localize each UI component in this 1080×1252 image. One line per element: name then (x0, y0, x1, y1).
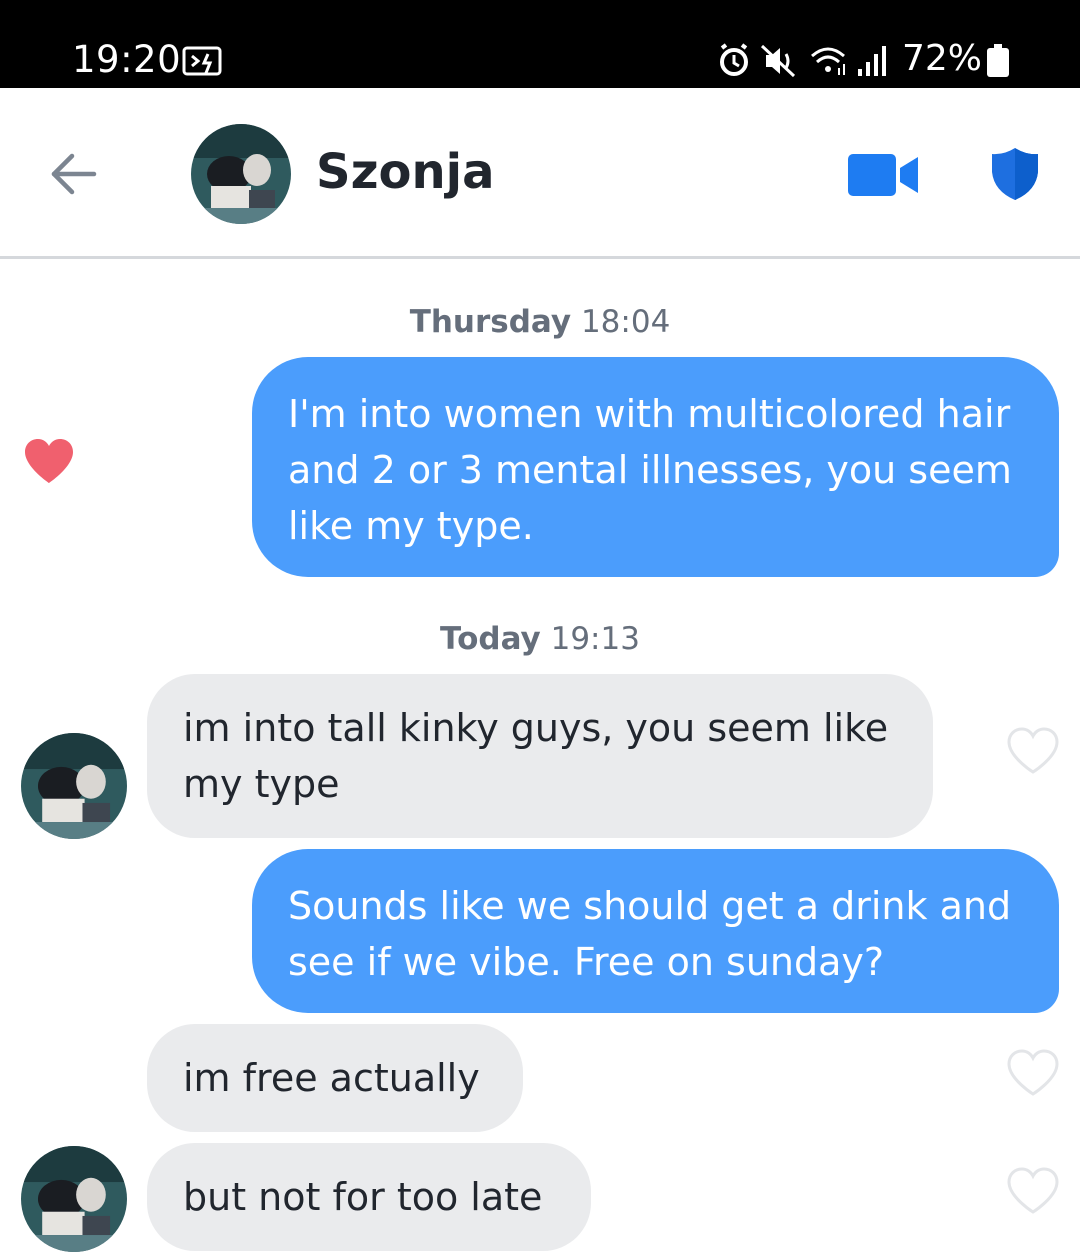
status-bar: 19:20 72% (0, 0, 1080, 88)
liked-heart-icon[interactable] (22, 437, 76, 485)
contact-avatar[interactable] (21, 1146, 127, 1252)
timestamp-divider: Today 19:13 (0, 621, 1080, 657)
timestamp-time: 18:04 (580, 304, 671, 340)
contact-avatar[interactable] (191, 124, 291, 224)
heart-outline-icon[interactable] (1006, 1167, 1060, 1215)
shield-icon[interactable] (990, 146, 1040, 202)
heart-outline-icon[interactable] (1006, 1049, 1060, 1097)
timestamp-divider: Thursday 18:04 (0, 304, 1080, 340)
video-camera-icon[interactable] (848, 154, 920, 196)
outgoing-message[interactable]: Sounds like we should get a drink and se… (252, 849, 1059, 1013)
timestamp-time: 19:13 (550, 621, 640, 657)
alarm-icon (720, 43, 748, 76)
timestamp-day: Thursday (409, 304, 572, 340)
mute-icon (760, 44, 796, 78)
signal-icon (858, 46, 886, 76)
incoming-message[interactable]: but not for too late (147, 1143, 591, 1251)
battery-percent: 72% (902, 38, 983, 79)
back-arrow-icon[interactable] (48, 152, 98, 196)
incoming-message[interactable]: im into tall kinky guys, you seem like m… (147, 674, 933, 838)
screen-cast-icon (182, 46, 222, 76)
heart-outline-icon[interactable] (1006, 727, 1060, 775)
outgoing-message[interactable]: I'm into women with multicolored hair an… (252, 357, 1059, 577)
contact-name[interactable]: Szonja (316, 144, 495, 200)
status-time: 19:20 (72, 38, 182, 81)
battery-icon (987, 44, 1009, 77)
status-icons (720, 43, 886, 78)
contact-avatar[interactable] (21, 733, 127, 839)
timestamp-day: Today (440, 621, 541, 657)
chat-header: Szonja (0, 88, 1080, 259)
wifi-icon (811, 47, 845, 75)
incoming-message[interactable]: im free actually (147, 1024, 523, 1132)
